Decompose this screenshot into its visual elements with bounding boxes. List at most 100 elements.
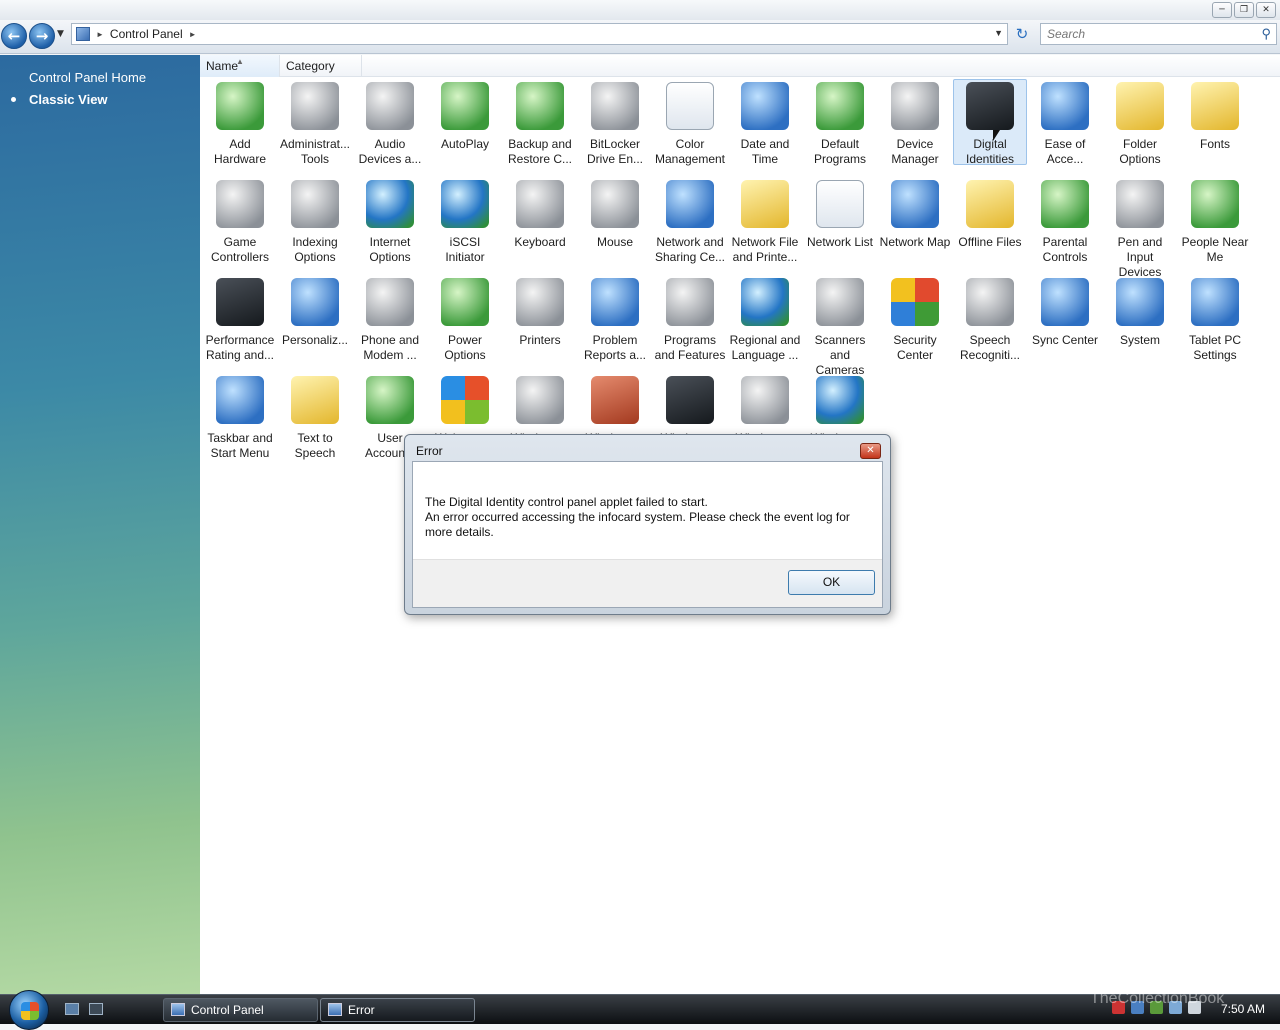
control-panel-item[interactable]: Regional and Language ... bbox=[728, 275, 802, 362]
back-arrow-icon[interactable]: ← bbox=[1, 23, 27, 49]
control-panel-item-label: People Near Me bbox=[1181, 235, 1249, 264]
close-icon[interactable]: ✕ bbox=[860, 443, 881, 459]
control-panel-item[interactable]: Add Hardware bbox=[203, 79, 277, 166]
recent-pages-dropdown-icon[interactable]: ▼ bbox=[57, 29, 64, 39]
control-panel-item[interactable]: Keyboard bbox=[503, 177, 577, 263]
control-panel-item[interactable]: People Near Me bbox=[1178, 177, 1252, 264]
control-panel-item[interactable]: Administrat... Tools bbox=[278, 79, 352, 166]
control-panel-item[interactable]: Speech Recogniti... bbox=[953, 275, 1027, 362]
control-panel-item[interactable]: Date and Time bbox=[728, 79, 802, 166]
title-bar: ─ ❐ ✕ bbox=[0, 0, 1280, 20]
control-panel-item[interactable]: Backup and Restore C... bbox=[503, 79, 577, 166]
device-manager-icon bbox=[891, 82, 939, 130]
sort-ascending-icon: ▲ bbox=[236, 57, 244, 66]
fonts-folder-icon bbox=[1191, 82, 1239, 130]
control-panel-item[interactable]: Personaliz... bbox=[278, 275, 352, 361]
control-panel-item[interactable]: Offline Files bbox=[953, 177, 1027, 263]
show-desktop-icon[interactable] bbox=[65, 1003, 79, 1015]
control-panel-item[interactable]: Default Programs bbox=[803, 79, 877, 166]
clock[interactable]: 7:50 AM bbox=[1221, 1002, 1265, 1016]
search-input[interactable]: Search ⚲ bbox=[1040, 23, 1277, 45]
control-panel-item-label: Scanners and Cameras bbox=[814, 333, 866, 377]
control-panel-item[interactable]: Network and Sharing Ce... bbox=[653, 177, 727, 264]
control-panel-item[interactable]: Tablet PC Settings bbox=[1178, 275, 1252, 362]
control-panel-item-label: Color Management bbox=[654, 137, 726, 166]
control-panel-item-label: Device Manager bbox=[891, 137, 939, 166]
control-panel-item-label: Power Options bbox=[444, 333, 486, 362]
control-panel-item[interactable]: AutoPlay bbox=[428, 79, 502, 165]
control-panel-item[interactable]: Scanners and Cameras bbox=[803, 275, 877, 377]
control-panel-icon bbox=[76, 27, 90, 41]
control-panel-item[interactable]: Internet Options bbox=[353, 177, 427, 264]
classic-view-link[interactable]: Classic View bbox=[29, 92, 108, 107]
camera-icon bbox=[816, 278, 864, 326]
error-line-1: The Digital Identity control panel apple… bbox=[425, 495, 708, 509]
control-panel-item[interactable]: Network Map bbox=[878, 177, 952, 263]
control-panel-item[interactable]: Folder Options bbox=[1103, 79, 1177, 166]
control-panel-item[interactable]: BitLocker Drive En... bbox=[578, 79, 652, 166]
breadcrumb-control-panel[interactable]: Control Panel bbox=[110, 27, 183, 41]
admin-tools-icon bbox=[291, 82, 339, 130]
address-dropdown-icon[interactable]: ▼ bbox=[994, 28, 1003, 38]
breadcrumb-caret-icon[interactable]: ► bbox=[96, 30, 104, 39]
control-panel-item-label: System bbox=[1119, 333, 1160, 347]
control-panel-item[interactable]: System bbox=[1103, 275, 1177, 361]
control-panel-item-label: Game Controllers bbox=[210, 235, 270, 264]
address-bar[interactable]: ► Control Panel ► ▼ bbox=[71, 23, 1008, 45]
search-icon[interactable]: ⚲ bbox=[1261, 26, 1271, 42]
column-header-name[interactable]: ▲ Name bbox=[200, 55, 280, 77]
forward-arrow-icon[interactable]: → bbox=[29, 23, 55, 49]
start-button[interactable] bbox=[9, 990, 49, 1030]
taskbar-button-error[interactable]: Error bbox=[320, 998, 475, 1022]
control-panel-item[interactable]: Text to Speech bbox=[278, 373, 352, 460]
user-accounts-icon bbox=[366, 376, 414, 424]
control-panel-item[interactable]: Audio Devices a... bbox=[353, 79, 427, 166]
control-panel-item[interactable]: Parental Controls bbox=[1028, 177, 1102, 264]
column-header-category[interactable]: Category bbox=[280, 55, 362, 77]
text-to-speech-icon bbox=[291, 376, 339, 424]
maximize-icon[interactable]: ❐ bbox=[1234, 2, 1254, 18]
phone-modem-icon bbox=[366, 278, 414, 326]
control-panel-item[interactable]: iSCSI Initiator bbox=[428, 177, 502, 264]
control-panel-item-label: Administrat... Tools bbox=[279, 137, 351, 166]
control-panel-item-label: Text to Speech bbox=[294, 431, 336, 460]
control-panel-item-label: Digital Identities bbox=[965, 137, 1015, 166]
control-panel-item[interactable]: Printers bbox=[503, 275, 577, 361]
folder-icon bbox=[1116, 82, 1164, 130]
control-panel-item[interactable]: Pen and Input Devices bbox=[1103, 177, 1177, 279]
control-panel-item[interactable]: Network File and Printe... bbox=[728, 177, 802, 264]
control-panel-item[interactable]: Performance Rating and... bbox=[203, 275, 277, 362]
people-icon bbox=[1191, 180, 1239, 228]
taskbar-button-label: Control Panel bbox=[191, 1003, 264, 1017]
control-panel-item[interactable]: Ease of Acce... bbox=[1028, 79, 1102, 166]
control-panel-item[interactable]: Indexing Options bbox=[278, 177, 352, 264]
control-panel-item[interactable]: Game Controllers bbox=[203, 177, 277, 264]
refresh-icon[interactable]: ↻ bbox=[1011, 24, 1033, 44]
control-panel-item-label: Default Programs bbox=[813, 137, 866, 166]
control-panel-item[interactable]: Programs and Features bbox=[653, 275, 727, 362]
control-panel-item[interactable]: Security Center bbox=[878, 275, 952, 362]
breadcrumb-caret-icon[interactable]: ► bbox=[189, 30, 197, 39]
control-panel-item[interactable]: Mouse bbox=[578, 177, 652, 263]
control-panel-item[interactable]: Taskbar and Start Menu bbox=[203, 373, 277, 460]
error-line-2: An error occurred accessing the infocard… bbox=[425, 510, 850, 539]
control-panel-item[interactable]: Sync Center bbox=[1028, 275, 1102, 361]
switch-windows-icon[interactable] bbox=[89, 1003, 103, 1015]
control-panel-item[interactable]: Network List bbox=[803, 177, 877, 263]
control-panel-item[interactable]: Power Options bbox=[428, 275, 502, 362]
column-headers: ▲ Name Category bbox=[200, 55, 1280, 77]
taskbar-button-control-panel[interactable]: Control Panel bbox=[163, 998, 318, 1022]
navigation-bar: ← → ▼ ► Control Panel ► ▼ ↻ Search ⚲ bbox=[0, 20, 1280, 54]
control-panel-item[interactable]: Fonts bbox=[1178, 79, 1252, 165]
control-panel-item[interactable]: Digital Identities bbox=[953, 79, 1027, 166]
control-panel-item[interactable]: Color Management bbox=[653, 79, 727, 166]
control-panel-home-link[interactable]: Control Panel Home bbox=[29, 70, 146, 85]
ok-button[interactable]: OK bbox=[788, 570, 875, 595]
control-panel-item-label: Security Center bbox=[893, 333, 937, 362]
close-icon[interactable]: ✕ bbox=[1256, 2, 1276, 18]
control-panel-item[interactable]: Phone and Modem ... bbox=[353, 275, 427, 362]
control-panel-item[interactable]: Device Manager bbox=[878, 79, 952, 166]
minimize-icon[interactable]: ─ bbox=[1212, 2, 1232, 18]
control-panel-item-label: Performance Rating and... bbox=[205, 333, 275, 362]
control-panel-item[interactable]: Problem Reports a... bbox=[578, 275, 652, 362]
